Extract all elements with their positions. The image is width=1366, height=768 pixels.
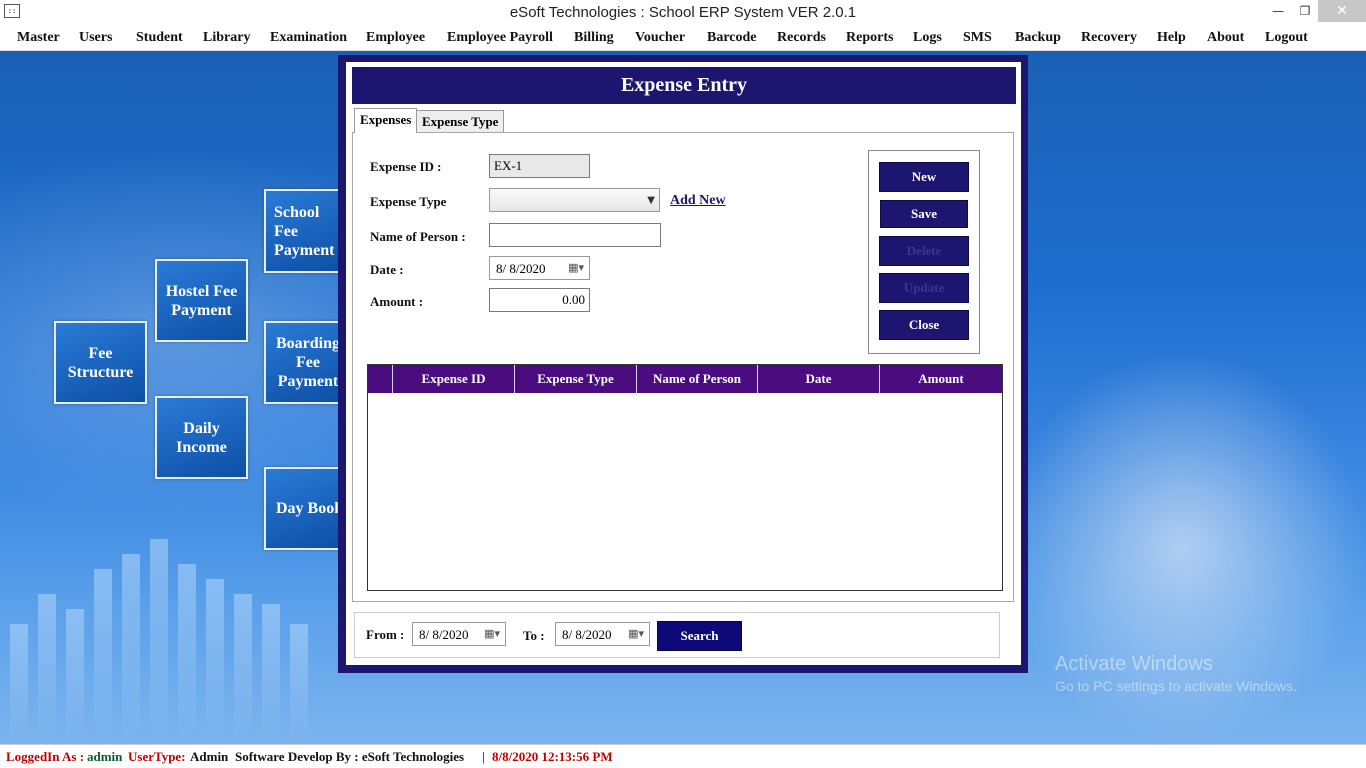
tile-label: Day Book [276, 500, 344, 517]
tile-day-book[interactable]: Day Book [264, 467, 344, 550]
tile-daily-income[interactable]: Daily Income [155, 396, 248, 479]
tile-label: Boarding Fee Payment [275, 335, 340, 390]
menu-library[interactable]: Library [203, 30, 250, 46]
new-button[interactable]: New [879, 162, 969, 192]
person-label: Name of Person : [370, 229, 466, 244]
close-window-icon[interactable]: ✕ [1318, 0, 1366, 22]
window-title: eSoft Technologies : School ERP System V… [509, 4, 857, 21]
menu-examination[interactable]: Examination [270, 30, 347, 46]
logged-in-label: LoggedIn As : [6, 749, 85, 764]
title-bar: :: eSoft Technologies : School ERP Syste… [0, 0, 1366, 26]
calendar-dropdown-icon[interactable]: ▦▾ [568, 261, 584, 274]
column-expense-type[interactable]: Expense Type [514, 365, 636, 393]
menu-users[interactable]: Users [79, 30, 112, 46]
dialog-body: Expense Entry Expenses Expense Type Expe… [346, 62, 1021, 665]
menu-master[interactable]: Master [17, 30, 60, 46]
chevron-down-icon: ▼ [647, 195, 655, 206]
menu-employee-payroll[interactable]: Employee Payroll [447, 30, 553, 46]
action-button-group: New Save Delete Update Close [868, 150, 980, 354]
menu-recovery[interactable]: Recovery [1081, 30, 1137, 46]
date-picker[interactable]: 8/ 8/2020 ▦▾ [489, 256, 590, 280]
save-button[interactable]: Save [880, 200, 968, 228]
activation-watermark-text: Go to PC settings to activate Windows. [1055, 678, 1297, 694]
date-value: 8/ 8/2020 [496, 261, 546, 276]
expense-entry-dialog: Expense Entry Expenses Expense Type Expe… [338, 55, 1028, 673]
status-timestamp: 8/8/2020 12:13:56 PM [492, 749, 613, 764]
expense-type-label: Expense Type [370, 194, 447, 209]
column-date[interactable]: Date [757, 365, 879, 393]
tile-label: School Fee Payment [274, 203, 335, 259]
expense-id-field[interactable]: EX-1 [489, 154, 590, 178]
from-label: From : [366, 627, 405, 642]
person-name-input[interactable] [489, 223, 661, 247]
tile-school-fee-payment[interactable]: School Fee Payment [264, 189, 344, 273]
menu-records[interactable]: Records [777, 30, 826, 46]
tile-hostel-fee-payment[interactable]: Hostel Fee Payment [155, 259, 248, 342]
tile-label: Hostel Fee Payment [165, 282, 238, 319]
calendar-dropdown-icon[interactable]: ▦▾ [628, 627, 644, 640]
menu-logout[interactable]: Logout [1265, 30, 1308, 46]
status-separator: | [482, 749, 485, 764]
tab-expense-type[interactable]: Expense Type [416, 110, 505, 132]
expenses-panel: Expense ID : EX-1 Expense Type ▼ Add New… [352, 132, 1014, 602]
from-date-value: 8/ 8/2020 [419, 627, 469, 642]
activation-watermark-title: Activate Windows [1055, 653, 1213, 675]
menu-sms[interactable]: SMS [963, 30, 992, 46]
tab-expenses[interactable]: Expenses [354, 108, 418, 133]
status-bar: LoggedIn As : admin UserType: Admin Soft… [0, 744, 1366, 768]
date-label: Date : [370, 262, 404, 277]
amount-label: Amount : [370, 294, 424, 309]
menu-voucher[interactable]: Voucher [635, 30, 685, 46]
close-button[interactable]: Close [879, 310, 969, 340]
expense-id-label: Expense ID : [370, 159, 442, 174]
expense-type-select[interactable]: ▼ [489, 188, 660, 212]
user-type-value: Admin [190, 749, 229, 764]
grid-header: Expense ID Expense Type Name of Person D… [368, 365, 1002, 393]
restore-icon[interactable]: ❐ [1290, 0, 1320, 22]
to-date-value: 8/ 8/2020 [562, 627, 612, 642]
column-expense-id[interactable]: Expense ID [392, 365, 514, 393]
menu-bar: Master Users Student Library Examination… [0, 26, 1366, 51]
menu-backup[interactable]: Backup [1015, 30, 1061, 46]
menu-student[interactable]: Student [136, 30, 183, 46]
from-date-picker[interactable]: 8/ 8/2020 ▦▾ [412, 622, 506, 646]
tile-label: Daily Income [176, 419, 227, 456]
expenses-grid[interactable]: Expense ID Expense Type Name of Person D… [367, 364, 1003, 591]
search-button[interactable]: Search [657, 621, 742, 651]
to-label: To : [523, 628, 545, 643]
menu-billing[interactable]: Billing [574, 30, 614, 46]
add-new-expense-type-link[interactable]: Add New [670, 193, 726, 209]
logged-in-user: admin [87, 749, 123, 764]
dialog-title: Expense Entry [352, 67, 1016, 104]
calendar-dropdown-icon[interactable]: ▦▾ [484, 627, 500, 640]
tile-boarding-fee-payment[interactable]: Boarding Fee Payment [264, 321, 344, 404]
menu-logs[interactable]: Logs [913, 30, 942, 46]
user-type-label: UserType: [128, 749, 186, 764]
delete-button[interactable]: Delete [879, 236, 969, 266]
update-button[interactable]: Update [879, 273, 969, 303]
row-selector-header [368, 365, 392, 393]
tile-label: Fee Structure [67, 344, 134, 381]
minimize-icon[interactable]: — [1263, 0, 1293, 22]
menu-about[interactable]: About [1207, 30, 1244, 46]
menu-barcode[interactable]: Barcode [707, 30, 757, 46]
tile-fee-structure[interactable]: Fee Structure [54, 321, 147, 404]
date-search-bar: From : 8/ 8/2020 ▦▾ To : 8/ 8/2020 ▦▾ Se… [354, 612, 1000, 658]
to-date-picker[interactable]: 8/ 8/2020 ▦▾ [555, 622, 650, 646]
column-person-name[interactable]: Name of Person [636, 365, 757, 393]
menu-reports[interactable]: Reports [846, 30, 893, 46]
menu-employee[interactable]: Employee [366, 30, 425, 46]
developer-credit: Software Develop By : eSoft Technologies [235, 749, 465, 764]
amount-input[interactable]: 0.00 [489, 288, 590, 312]
column-amount[interactable]: Amount [879, 365, 1002, 393]
menu-help[interactable]: Help [1157, 30, 1186, 46]
